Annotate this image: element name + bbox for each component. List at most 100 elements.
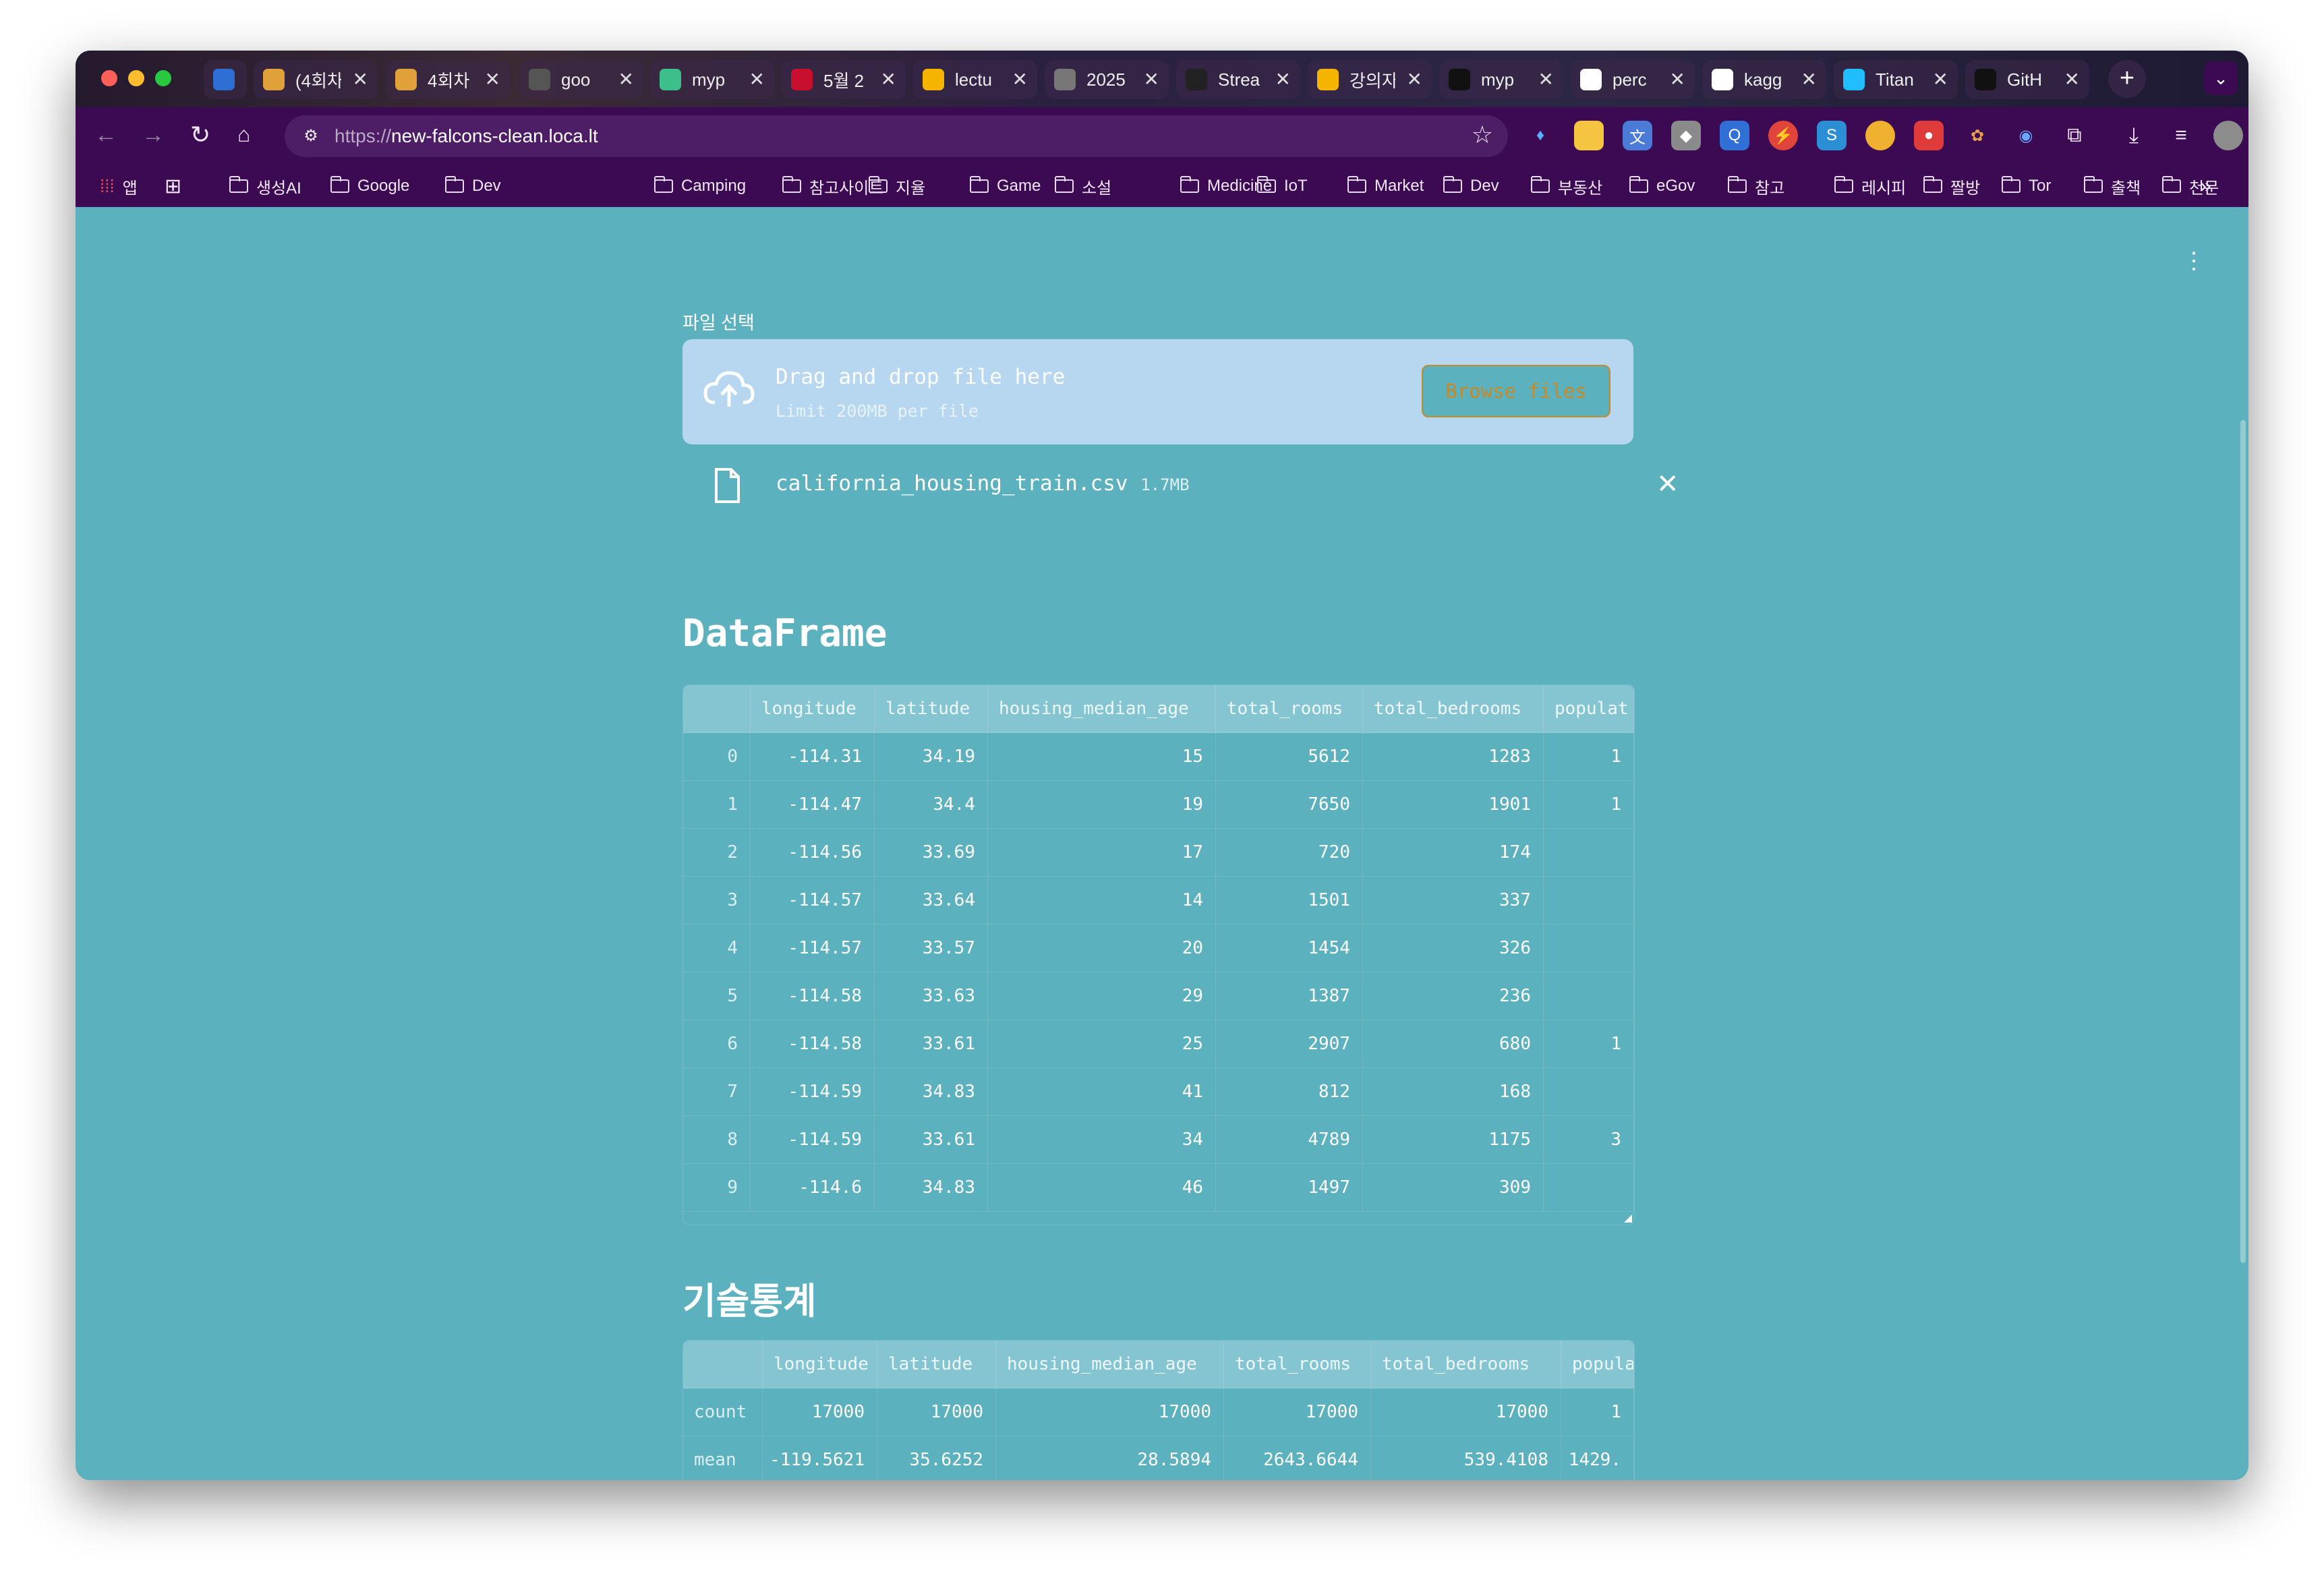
row-index[interactable]: 2 [683, 829, 751, 876]
browser-tab[interactable]: lectu ✕ [913, 60, 1037, 99]
table-cell[interactable] [1544, 972, 1634, 1020]
url-text[interactable]: https://new-falcons-clean.loca.lt [335, 125, 598, 148]
table-row[interactable]: mean -119.5621 35.6252 28.5894 2643.6644 539.… [683, 1436, 1634, 1480]
tab-close-icon[interactable]: ✕ [881, 68, 896, 90]
circle-extension-icon[interactable] [1865, 121, 1895, 150]
table-cell[interactable]: 1 [1544, 781, 1634, 828]
table-row[interactable]: 0 -114.31 34.19 15 5612 1283 1 [683, 733, 1634, 781]
extensions-puzzle-icon[interactable]: ⧉ [2060, 121, 2089, 150]
column-header[interactable]: total_rooms [1224, 1341, 1371, 1388]
browser-tab[interactable] [204, 60, 247, 99]
new-tab-button[interactable]: + [2108, 60, 2146, 98]
table-cell[interactable]: 46 [988, 1164, 1216, 1211]
table-cell[interactable]: 1454 [1216, 925, 1363, 972]
table-cell[interactable]: 1 [1544, 733, 1634, 780]
table-cell[interactable]: 28.5894 [996, 1436, 1224, 1480]
browser-tab[interactable]: myp ✕ [1439, 60, 1563, 99]
bookmark-item[interactable]: Market [1347, 175, 1424, 198]
table-cell[interactable]: -114.58 [751, 1020, 875, 1067]
table-cell[interactable]: 1175 [1363, 1116, 1544, 1163]
column-header[interactable]: longitude [751, 685, 875, 732]
table-cell[interactable]: 33.61 [875, 1020, 988, 1067]
table-cell[interactable]: 2643.6644 [1224, 1436, 1371, 1480]
tab-close-icon[interactable]: ✕ [353, 68, 368, 90]
table-cell[interactable]: 1 [1561, 1388, 1634, 1436]
table-cell[interactable]: 337 [1363, 877, 1544, 924]
table-cell[interactable]: 309 [1363, 1164, 1544, 1211]
table-cell[interactable]: 680 [1363, 1020, 1544, 1067]
table-cell[interactable]: 19 [988, 781, 1216, 828]
table-row[interactable]: 9 -114.6 34.83 46 1497 309 [683, 1164, 1634, 1212]
table-cell[interactable]: 20 [988, 925, 1216, 972]
table-cell[interactable]: 33.63 [875, 972, 988, 1020]
table-cell[interactable]: 4789 [1216, 1116, 1363, 1163]
gem-extension-icon[interactable]: ♦ [1526, 121, 1555, 150]
table-cell[interactable] [1544, 829, 1634, 876]
app-menu-icon[interactable]: ⋮ [2182, 247, 2205, 274]
table-cell[interactable]: 539.4108 [1371, 1436, 1561, 1480]
shield-extension-icon[interactable]: ◆ [1671, 121, 1701, 150]
table-cell[interactable]: 33.57 [875, 925, 988, 972]
column-header[interactable]: housing_median_age [988, 685, 1216, 732]
browser-tab[interactable]: perc ✕ [1571, 60, 1695, 99]
tab-close-icon[interactable]: ✕ [1933, 68, 1948, 90]
table-cell[interactable] [1544, 1068, 1634, 1115]
remove-file-close-icon[interactable]: ✕ [1656, 469, 1679, 500]
row-index[interactable]: 8 [683, 1116, 751, 1163]
column-header[interactable]: popula [1561, 1341, 1634, 1388]
table-cell[interactable]: 1 [1544, 1020, 1634, 1067]
table-cell[interactable]: 1497 [1216, 1164, 1363, 1211]
reading-list-icon[interactable]: ≡ [2166, 121, 2196, 150]
table-row[interactable]: count 17000 17000 17000 17000 17000 1 [683, 1388, 1634, 1436]
table-cell[interactable] [1544, 925, 1634, 972]
bookmark-item[interactable]: 부동산 [1531, 175, 1602, 198]
record-extension-icon[interactable]: ● [1914, 121, 1944, 150]
column-header[interactable]: total_bedrooms [1371, 1341, 1561, 1388]
browser-tab[interactable]: goo ✕ [519, 60, 643, 99]
table-cell[interactable]: -114.57 [751, 877, 875, 924]
table-cell[interactable]: -114.56 [751, 829, 875, 876]
site-settings-icon[interactable]: ⚙ [299, 125, 322, 148]
tab-search-chevron-icon[interactable]: ⌄ [2204, 61, 2238, 95]
row-index[interactable]: 3 [683, 877, 751, 924]
table-cell[interactable]: 34.83 [875, 1164, 988, 1211]
row-index[interactable]: 4 [683, 925, 751, 972]
table-cell[interactable]: 17 [988, 829, 1216, 876]
table-cell[interactable]: 34 [988, 1116, 1216, 1163]
browser-tab[interactable]: GitH ✕ [1965, 60, 2089, 99]
page-scrollbar[interactable] [2240, 420, 2246, 1263]
column-header[interactable]: populat [1544, 685, 1634, 732]
address-bar[interactable]: ⚙ https://new-falcons-clean.loca.lt ☆ [285, 115, 1508, 157]
bookmark-item[interactable]: eGov [1629, 175, 1695, 198]
globe-extension-icon[interactable]: ◉ [2011, 121, 2041, 150]
bookmark-item[interactable]: 짤방 [1923, 175, 1980, 198]
bookmark-item[interactable]: IoT [1257, 175, 1308, 198]
table-cell[interactable]: 35.6252 [877, 1436, 996, 1480]
table-cell[interactable]: 34.4 [875, 781, 988, 828]
bookmark-item[interactable]: 레시피 [1834, 175, 1906, 198]
table-cell[interactable]: 15 [988, 733, 1216, 780]
column-header[interactable] [683, 1341, 763, 1388]
browser-tab[interactable]: 강의자 ✕ [1308, 60, 1432, 99]
tab-close-icon[interactable]: ✕ [1538, 68, 1554, 90]
table-row[interactable]: 3 -114.57 33.64 14 1501 337 [683, 877, 1634, 925]
table-cell[interactable] [1544, 877, 1634, 924]
table-row[interactable]: 8 -114.59 33.61 34 4789 1175 3 [683, 1116, 1634, 1164]
table-cell[interactable]: 7650 [1216, 781, 1363, 828]
tab-close-icon[interactable]: ✕ [1144, 68, 1159, 90]
bookmarks-overflow-icon[interactable]: » [2200, 175, 2211, 198]
bookmark-item[interactable]: 지율 [869, 175, 925, 198]
bookmark-star-icon[interactable]: ☆ [1472, 121, 1493, 149]
bookmark-item[interactable]: 생성AI [229, 175, 301, 198]
table-cell[interactable]: 1901 [1363, 781, 1544, 828]
bolt-extension-icon[interactable]: ⚡ [1768, 121, 1798, 150]
tab-close-icon[interactable]: ✕ [618, 68, 634, 90]
table-row[interactable]: 2 -114.56 33.69 17 720 174 [683, 829, 1634, 877]
table-cell[interactable]: 34.19 [875, 733, 988, 780]
table-cell[interactable]: 33.69 [875, 829, 988, 876]
table-cell[interactable]: 812 [1216, 1068, 1363, 1115]
tab-close-icon[interactable]: ✕ [1670, 68, 1685, 90]
profile-avatar[interactable] [2213, 121, 2243, 150]
bookmark-item[interactable]: Google [330, 175, 409, 198]
table-row[interactable]: 4 -114.57 33.57 20 1454 326 [683, 925, 1634, 972]
